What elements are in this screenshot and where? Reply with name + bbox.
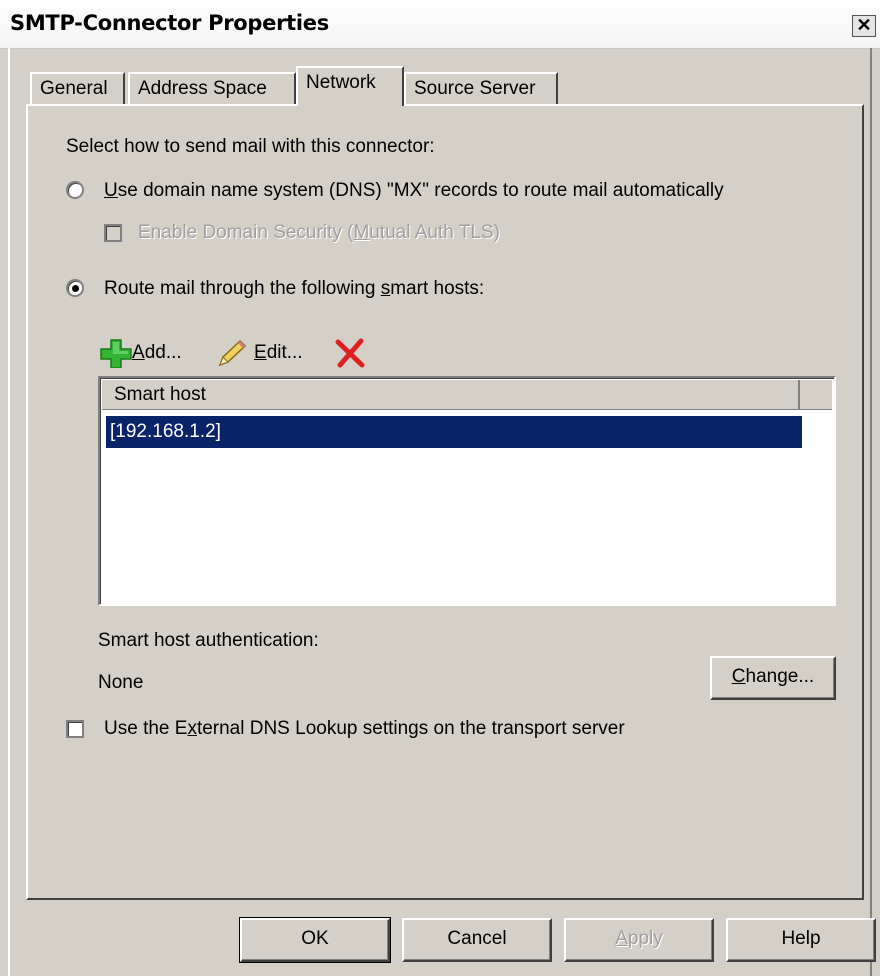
window-title: SMTP-Connector Properties bbox=[10, 11, 329, 35]
add-button[interactable]: Add... bbox=[100, 337, 182, 369]
pencil-icon bbox=[218, 339, 247, 367]
mnemonic: A bbox=[132, 342, 145, 363]
ok-button[interactable]: OK bbox=[239, 917, 391, 963]
plus-icon bbox=[100, 339, 132, 369]
column-header-filler bbox=[800, 380, 832, 410]
mnemonic: E bbox=[254, 342, 267, 363]
radio-dot bbox=[72, 285, 79, 292]
title-bar: SMTP-Connector Properties ✕ bbox=[0, 0, 880, 49]
send-mail-prompt: Select how to send mail with this connec… bbox=[66, 136, 435, 157]
apply-button[interactable]: Apply bbox=[564, 918, 714, 962]
tab-label: Source Server bbox=[414, 78, 536, 99]
help-button[interactable]: Help bbox=[726, 918, 876, 962]
domain-security-checkbox[interactable] bbox=[104, 224, 122, 242]
auth-value: None bbox=[98, 672, 144, 693]
smart-host-radio-label[interactable]: Route mail through the following smart h… bbox=[104, 278, 484, 300]
label-text: se domain name system (DNS) "MX" records… bbox=[117, 180, 724, 201]
cancel-button[interactable]: Cancel bbox=[402, 918, 552, 962]
mnemonic: M bbox=[353, 222, 370, 243]
auth-label: Smart host authentication: bbox=[98, 630, 319, 651]
dns-mx-radio[interactable] bbox=[66, 181, 84, 199]
tab-label: Network bbox=[306, 72, 376, 93]
smart-host-list[interactable]: Smart host [192.168.1.2] bbox=[98, 376, 836, 606]
label-text: Route mail through the following bbox=[104, 278, 381, 299]
tab-address-space[interactable]: Address Space bbox=[128, 72, 296, 104]
mnemonic: U bbox=[104, 180, 118, 201]
external-dns-checkbox[interactable] bbox=[66, 720, 84, 738]
tab-source-server[interactable]: Source Server bbox=[404, 72, 558, 104]
tab-label: Address Space bbox=[138, 78, 267, 99]
label-text: Use the E bbox=[104, 718, 188, 739]
mnemonic: s bbox=[380, 278, 391, 299]
label-text: utual Auth TLS) bbox=[369, 222, 500, 243]
close-icon[interactable]: ✕ bbox=[852, 15, 876, 37]
delete-x-icon bbox=[335, 338, 365, 368]
label-text: Enable Domain Security ( bbox=[138, 222, 354, 243]
label-text: ternal DNS Lookup settings on the transp… bbox=[196, 718, 625, 739]
label-text: hange... bbox=[745, 666, 815, 687]
column-header-smart-host[interactable]: Smart host bbox=[102, 380, 800, 410]
external-dns-label[interactable]: Use the External DNS Lookup settings on … bbox=[104, 718, 625, 740]
mnemonic: x bbox=[187, 718, 197, 739]
list-item[interactable]: [192.168.1.2] bbox=[106, 416, 802, 448]
label-text: mart hosts: bbox=[390, 278, 485, 299]
delete-button[interactable] bbox=[334, 337, 366, 369]
mnemonic: C bbox=[731, 666, 746, 687]
mnemonic: A bbox=[615, 928, 628, 949]
dns-mx-label[interactable]: Use domain name system (DNS) "MX" record… bbox=[104, 180, 724, 202]
edit-button[interactable]: Edit... bbox=[216, 337, 303, 369]
label-text: pply bbox=[627, 928, 663, 949]
smart-host-radio[interactable] bbox=[66, 279, 84, 297]
tab-network[interactable]: Network bbox=[296, 66, 404, 106]
label-text: dit... bbox=[266, 342, 303, 363]
change-auth-button[interactable]: Change... bbox=[710, 656, 836, 700]
label-text: dd... bbox=[144, 342, 182, 363]
tab-label: General bbox=[40, 78, 108, 99]
domain-security-label: Enable Domain Security (Mutual Auth TLS) bbox=[138, 222, 500, 244]
tab-general[interactable]: General bbox=[30, 72, 125, 104]
